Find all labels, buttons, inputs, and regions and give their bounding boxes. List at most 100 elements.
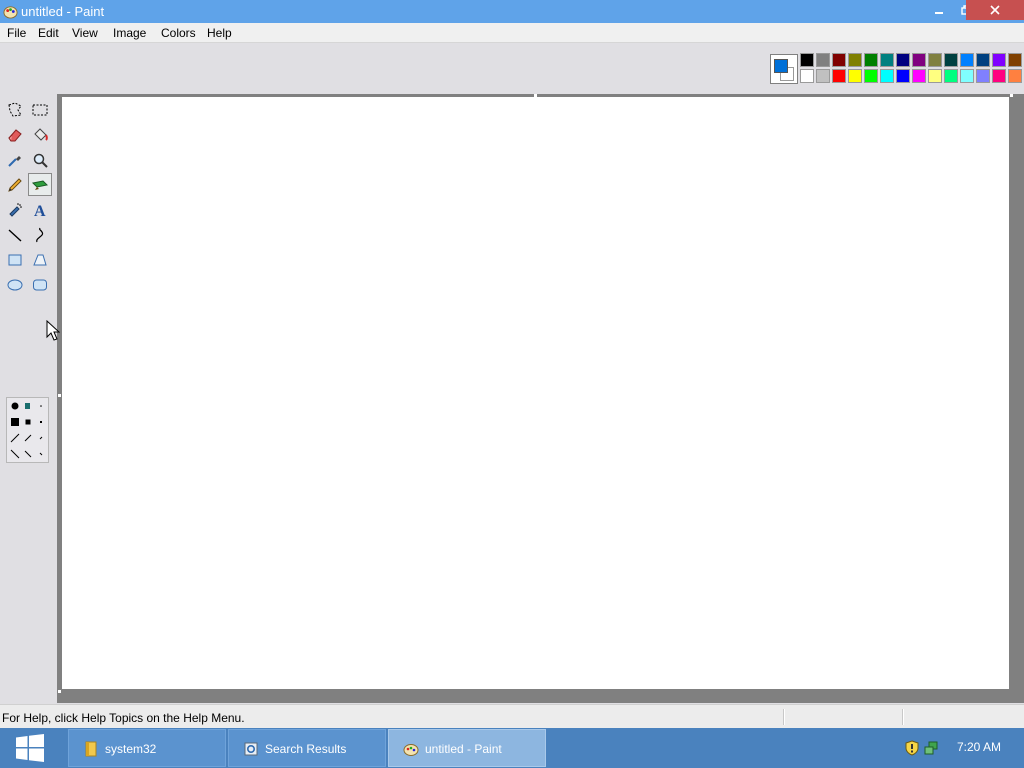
palette-swatch[interactable] (992, 69, 1006, 83)
airbrush-tool[interactable] (3, 198, 27, 221)
rectangle-tool[interactable] (3, 248, 27, 271)
security-shield-icon[interactable] (904, 740, 920, 756)
palette-swatch[interactable] (928, 69, 942, 83)
taskbar-item-label: Search Results (265, 742, 347, 756)
brush-slash-medium-option[interactable] (22, 432, 34, 444)
palette-swatch[interactable] (896, 69, 910, 83)
menu-edit[interactable]: Edit (38, 26, 59, 40)
palette-swatch[interactable] (976, 53, 990, 67)
palette-swatch[interactable] (864, 69, 878, 83)
taskbar-item-search-results[interactable]: Search Results (228, 729, 386, 767)
title-bar[interactable]: untitled - Paint (0, 0, 1024, 23)
paint-icon (403, 744, 419, 756)
brush-square-medium-option[interactable] (22, 416, 34, 428)
menu-file[interactable]: File (7, 26, 26, 40)
palette-swatch[interactable] (1008, 69, 1022, 83)
palette-swatch[interactable] (896, 53, 910, 67)
taskbar-clock[interactable]: 7:20 AM (940, 740, 1018, 754)
pick-color-tool[interactable] (3, 148, 27, 171)
brush-slash-small-option[interactable] (35, 432, 47, 444)
brush-backslash-medium-option[interactable] (22, 448, 34, 460)
brush-square-large-option[interactable] (9, 416, 21, 428)
menu-bar: File Edit View Image Colors Help (0, 23, 1024, 43)
polygon-tool[interactable] (28, 248, 52, 271)
drawing-canvas[interactable] (62, 97, 1009, 689)
rounded-rectangle-tool[interactable] (28, 273, 52, 296)
palette-swatch[interactable] (848, 69, 862, 83)
brush-backslash-large-option[interactable] (9, 448, 21, 460)
palette-swatch[interactable] (848, 53, 862, 67)
line-icon (8, 228, 22, 242)
pencil-icon (8, 177, 22, 192)
brush-backslash-small-option[interactable] (35, 448, 47, 460)
palette-swatch[interactable] (816, 53, 830, 67)
color-palette (800, 53, 1024, 85)
status-help-text: For Help, click Help Topics on the Help … (2, 711, 245, 725)
brush-slash-large-option[interactable] (9, 432, 21, 444)
resize-handle-left (58, 394, 61, 397)
menu-help[interactable]: Help (207, 26, 232, 40)
menu-colors[interactable]: Colors (161, 26, 196, 40)
brush-square-small-option[interactable] (35, 416, 47, 428)
brush-round-small-option[interactable] (35, 400, 47, 412)
start-button[interactable] (0, 728, 60, 768)
palette-swatch[interactable] (800, 69, 814, 83)
palette-swatch[interactable] (880, 69, 894, 83)
palette-swatch[interactable] (816, 69, 830, 83)
fill-tool[interactable] (28, 123, 52, 146)
curve-tool[interactable] (28, 223, 52, 246)
status-bar: For Help, click Help Topics on the Help … (0, 704, 1024, 728)
text-tool[interactable]: A (28, 198, 52, 221)
menu-view[interactable]: View (72, 26, 98, 40)
palette-swatch[interactable] (944, 53, 958, 67)
brush-round-large-option[interactable] (9, 400, 21, 412)
close-icon (990, 5, 1000, 15)
close-button[interactable] (966, 0, 1024, 20)
brush-round-medium-option[interactable] (22, 400, 34, 412)
minimize-button[interactable] (924, 0, 953, 20)
rectangle-icon (8, 254, 22, 265)
palette-swatch[interactable] (960, 53, 974, 67)
current-colors-indicator[interactable] (770, 54, 798, 84)
minimize-icon (934, 12, 943, 14)
palette-swatch[interactable] (880, 53, 894, 67)
palette-swatch[interactable] (864, 53, 878, 67)
taskbar-item-paint[interactable]: untitled - Paint (388, 729, 546, 767)
ellipse-tool[interactable] (3, 273, 27, 296)
brush-tool[interactable] (28, 173, 52, 196)
palette-swatch[interactable] (960, 69, 974, 83)
taskbar-item-system32[interactable]: system32 (68, 729, 226, 767)
eraser-tool[interactable] (3, 123, 27, 146)
airbrush-icon (9, 202, 22, 217)
palette-swatch[interactable] (944, 69, 958, 83)
palette-swatch[interactable] (800, 53, 814, 67)
select-icon (32, 104, 48, 115)
palette-swatch[interactable] (912, 53, 926, 67)
network-icon[interactable] (923, 740, 939, 756)
mouse-cursor-icon (46, 320, 60, 341)
resize-handle-top-right (1010, 94, 1013, 97)
free-form-select-tool[interactable] (3, 98, 27, 121)
magnifier-tool[interactable] (28, 148, 52, 171)
line-tool[interactable] (3, 223, 27, 246)
palette-swatch[interactable] (992, 53, 1006, 67)
palette-swatch[interactable] (832, 53, 846, 67)
palette-swatch[interactable] (912, 69, 926, 83)
palette-swatch[interactable] (928, 53, 942, 67)
taskbar-item-label: untitled - Paint (425, 742, 502, 756)
search-results-icon (244, 742, 258, 756)
select-tool[interactable] (28, 98, 52, 121)
palette-swatch[interactable] (976, 69, 990, 83)
palette-swatch[interactable] (1008, 53, 1022, 67)
menu-image[interactable]: Image (113, 26, 146, 40)
text-icon: A (34, 203, 46, 219)
pencil-tool[interactable] (3, 173, 27, 196)
palette-swatch[interactable] (832, 69, 846, 83)
foreground-color[interactable] (774, 59, 788, 73)
taskbar: system32 Search Results untitled - Paint… (0, 728, 1024, 768)
brush-icon (31, 179, 49, 190)
windows-logo-icon (16, 734, 44, 762)
folder-icon (85, 741, 97, 757)
svg-text:A: A (34, 203, 46, 219)
resize-handle-bottom-left (58, 690, 61, 693)
